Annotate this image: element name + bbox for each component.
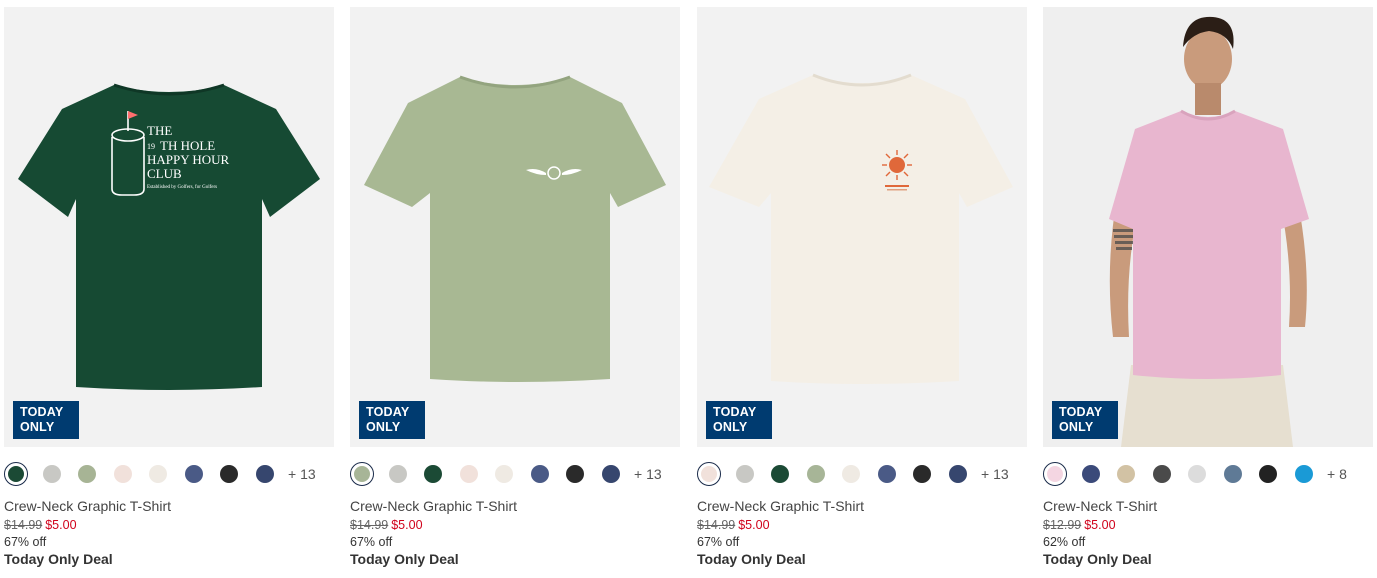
color-swatch[interactable]: [1256, 462, 1280, 486]
more-colors-link[interactable]: + 13: [981, 466, 1009, 482]
color-swatch[interactable]: [1114, 462, 1138, 486]
graphic-line-4: HAPPY HOUR: [147, 152, 230, 167]
color-swatch[interactable]: [75, 462, 99, 486]
graphic-line-6: Established by Golfers, for Golfers: [147, 185, 217, 190]
graphic-line-3: TH HOLE: [160, 138, 215, 153]
color-swatches: + 8: [1043, 459, 1373, 489]
color-swatch[interactable]: [1079, 462, 1103, 486]
color-swatches: + 13: [697, 459, 1027, 489]
product-card: TODAY ONLY + 13 Crew-Neck Graphic T-Shir…: [350, 7, 681, 578]
product-image-link[interactable]: TODAY ONLY: [350, 7, 680, 447]
badge-line-2: ONLY: [1059, 420, 1094, 434]
color-swatch[interactable]: [528, 462, 552, 486]
color-swatch[interactable]: [804, 462, 828, 486]
sale-price: $5.00: [45, 518, 77, 532]
more-colors-link[interactable]: + 8: [1327, 466, 1347, 482]
color-swatch[interactable]: [910, 462, 934, 486]
color-swatch[interactable]: [875, 462, 899, 486]
product-image-link[interactable]: THE 19 TH HOLE HAPPY HOUR CLUB Establish…: [4, 7, 334, 447]
today-only-badge: TODAY ONLY: [1052, 401, 1118, 439]
original-price: $14.99: [4, 518, 43, 532]
more-colors-link[interactable]: + 13: [288, 466, 316, 482]
color-swatch[interactable]: [386, 462, 410, 486]
color-swatch[interactable]: [421, 462, 445, 486]
product-image-link[interactable]: TODAY ONLY: [1043, 7, 1373, 447]
color-swatch[interactable]: [457, 462, 481, 486]
deal-label: Today Only Deal: [1043, 551, 1152, 567]
color-swatch[interactable]: [1292, 462, 1316, 486]
sale-price: $5.00: [1084, 518, 1116, 532]
product-image-link[interactable]: TODAY ONLY: [697, 7, 1027, 447]
product-image: [697, 7, 1027, 447]
color-swatch[interactable]: [1150, 462, 1174, 486]
color-swatch[interactable]: [253, 462, 277, 486]
color-swatch-selected[interactable]: [350, 462, 374, 486]
badge-line-1: TODAY: [713, 405, 757, 419]
deal-label: Today Only Deal: [4, 551, 113, 567]
product-card: TODAY ONLY + 13 Crew-Neck Graphic T-Shir…: [697, 7, 1028, 578]
original-price: $12.99: [1043, 518, 1082, 532]
sale-price: $5.00: [738, 518, 770, 532]
badge-line-1: TODAY: [366, 405, 410, 419]
color-swatch[interactable]: [946, 462, 970, 486]
color-swatch-selected[interactable]: [697, 462, 721, 486]
badge-line-1: TODAY: [20, 405, 64, 419]
color-swatch[interactable]: [733, 462, 757, 486]
discount-text: 67% off: [4, 535, 47, 549]
graphic-line-5: CLUB: [147, 166, 182, 181]
product-name[interactable]: Crew-Neck Graphic T-Shirt: [4, 498, 171, 514]
discount-text: 67% off: [697, 535, 740, 549]
color-swatch[interactable]: [839, 462, 863, 486]
price-block: $12.99 $5.00: [1043, 518, 1116, 532]
deal-label: Today Only Deal: [697, 551, 806, 567]
color-swatch[interactable]: [599, 462, 623, 486]
original-price: $14.99: [697, 518, 736, 532]
product-card: THE 19 TH HOLE HAPPY HOUR CLUB Establish…: [4, 7, 335, 578]
color-swatch[interactable]: [1221, 462, 1245, 486]
color-swatches: + 13: [350, 459, 680, 489]
discount-text: 67% off: [350, 535, 393, 549]
deal-label: Today Only Deal: [350, 551, 459, 567]
color-swatch[interactable]: [40, 462, 64, 486]
color-swatch[interactable]: [1185, 462, 1209, 486]
graphic-line-1: THE: [147, 123, 172, 138]
product-image: [1043, 7, 1373, 447]
price-block: $14.99 $5.00: [697, 518, 770, 532]
badge-line-2: ONLY: [366, 420, 401, 434]
price-block: $14.99 $5.00: [350, 518, 423, 532]
original-price: $14.99: [350, 518, 389, 532]
badge-line-1: TODAY: [1059, 405, 1103, 419]
more-colors-link[interactable]: + 13: [634, 466, 662, 482]
color-swatches: + 13: [4, 459, 334, 489]
product-name[interactable]: Crew-Neck Graphic T-Shirt: [350, 498, 517, 514]
product-image: THE 19 TH HOLE HAPPY HOUR CLUB Establish…: [4, 7, 334, 447]
today-only-badge: TODAY ONLY: [706, 401, 772, 439]
product-card: TODAY ONLY + 8 Crew-Neck T-Shirt $12.99 $…: [1043, 7, 1374, 578]
color-swatch[interactable]: [182, 462, 206, 486]
discount-text: 62% off: [1043, 535, 1086, 549]
badge-line-2: ONLY: [713, 420, 748, 434]
badge-line-2: ONLY: [20, 420, 55, 434]
product-grid: THE 19 TH HOLE HAPPY HOUR CLUB Establish…: [0, 0, 1377, 578]
color-swatch[interactable]: [217, 462, 241, 486]
today-only-badge: TODAY ONLY: [13, 401, 79, 439]
product-name[interactable]: Crew-Neck Graphic T-Shirt: [697, 498, 864, 514]
sale-price: $5.00: [391, 518, 423, 532]
color-swatch[interactable]: [111, 462, 135, 486]
color-swatch[interactable]: [492, 462, 516, 486]
color-swatch-selected[interactable]: [1043, 462, 1067, 486]
color-swatch[interactable]: [563, 462, 587, 486]
product-image: [350, 7, 680, 447]
price-block: $14.99 $5.00: [4, 518, 77, 532]
product-name[interactable]: Crew-Neck T-Shirt: [1043, 498, 1157, 514]
color-swatch[interactable]: [146, 462, 170, 486]
today-only-badge: TODAY ONLY: [359, 401, 425, 439]
color-swatch[interactable]: [768, 462, 792, 486]
graphic-line-2: 19: [147, 142, 155, 151]
color-swatch-selected[interactable]: [4, 462, 28, 486]
